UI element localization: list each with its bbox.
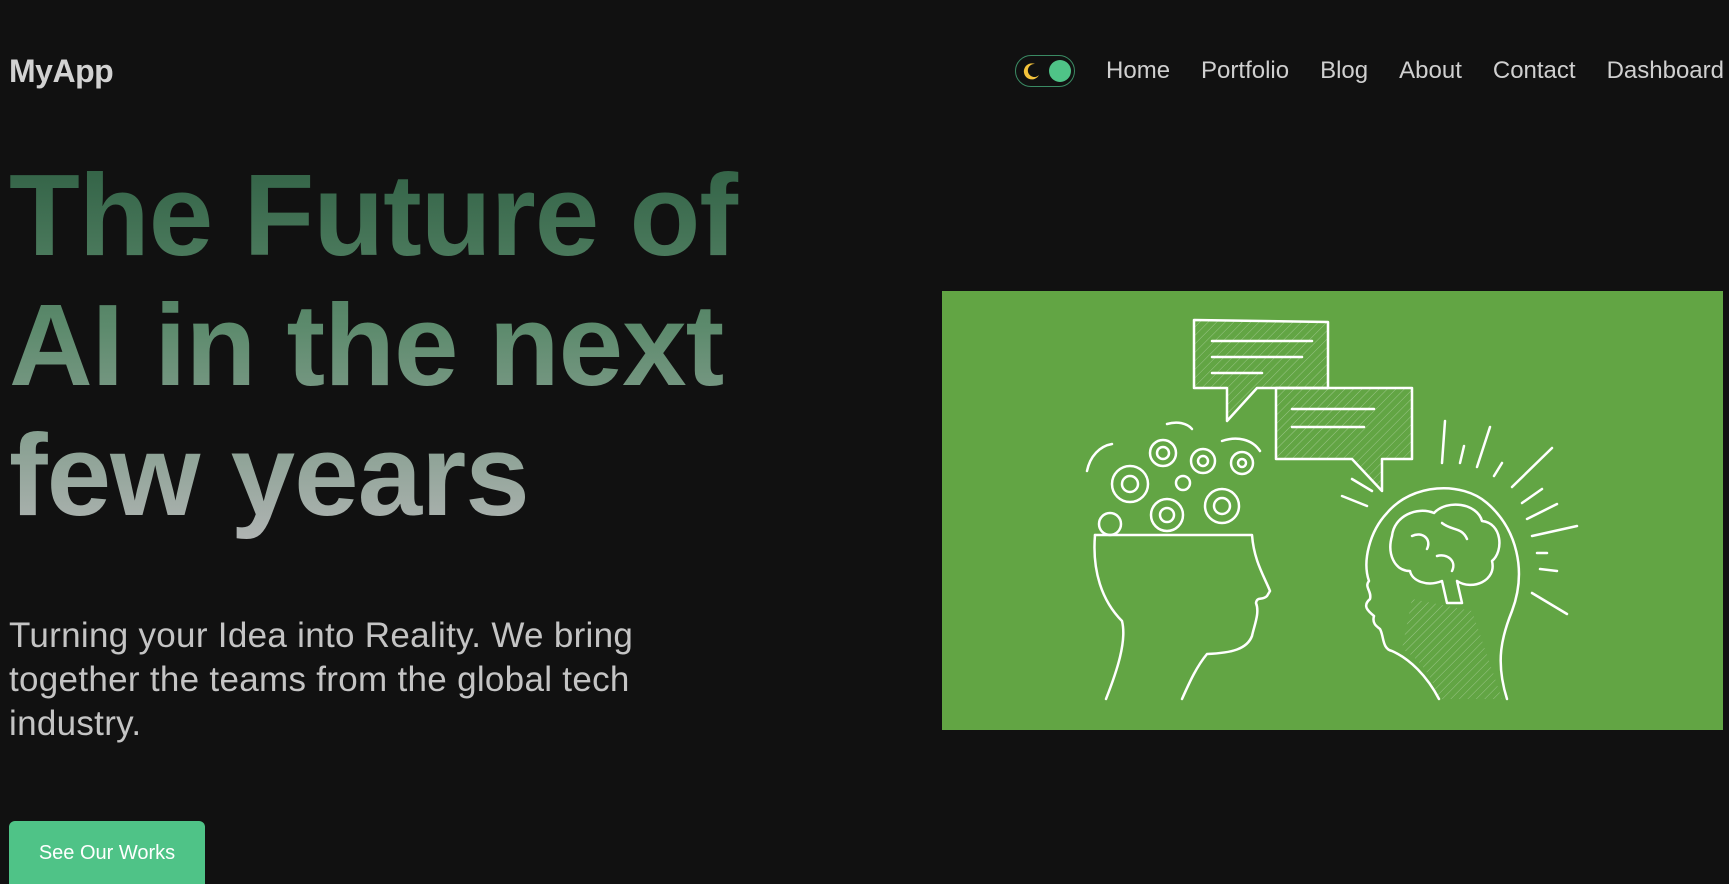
hero-title-line: AI in the next (9, 280, 724, 410)
brand-logo[interactable]: MyApp (9, 51, 114, 91)
hero-title-line: few years (9, 410, 529, 540)
theme-toggle[interactable] (1015, 55, 1076, 87)
nav-link-contact[interactable]: Contact (1493, 53, 1576, 89)
toggle-knob (1049, 60, 1072, 82)
nav-link-blog[interactable]: Blog (1320, 53, 1368, 89)
nav-link-about[interactable]: About (1399, 53, 1462, 89)
illustration-graphic (1085, 318, 1579, 701)
hero-subtitle: Turning your Idea into Reality. We bring… (9, 616, 634, 743)
nav-link-home[interactable]: Home (1106, 53, 1170, 89)
hero-title: The Future of AI in the next few years (9, 150, 769, 540)
nav-link-dashboard[interactable]: Dashboard (1607, 53, 1724, 89)
hero-title-line: The Future of (9, 150, 738, 280)
moon-icon (1023, 63, 1040, 80)
ai-heads-illustration (942, 291, 1723, 730)
page: MyApp Home Portfolio Blog About Contact … (0, 0, 1729, 884)
nav-link-portfolio[interactable]: Portfolio (1201, 53, 1289, 89)
main-nav: Home Portfolio Blog About Contact Dashbo… (1015, 53, 1724, 89)
see-our-works-button[interactable]: See Our Works (9, 821, 205, 884)
